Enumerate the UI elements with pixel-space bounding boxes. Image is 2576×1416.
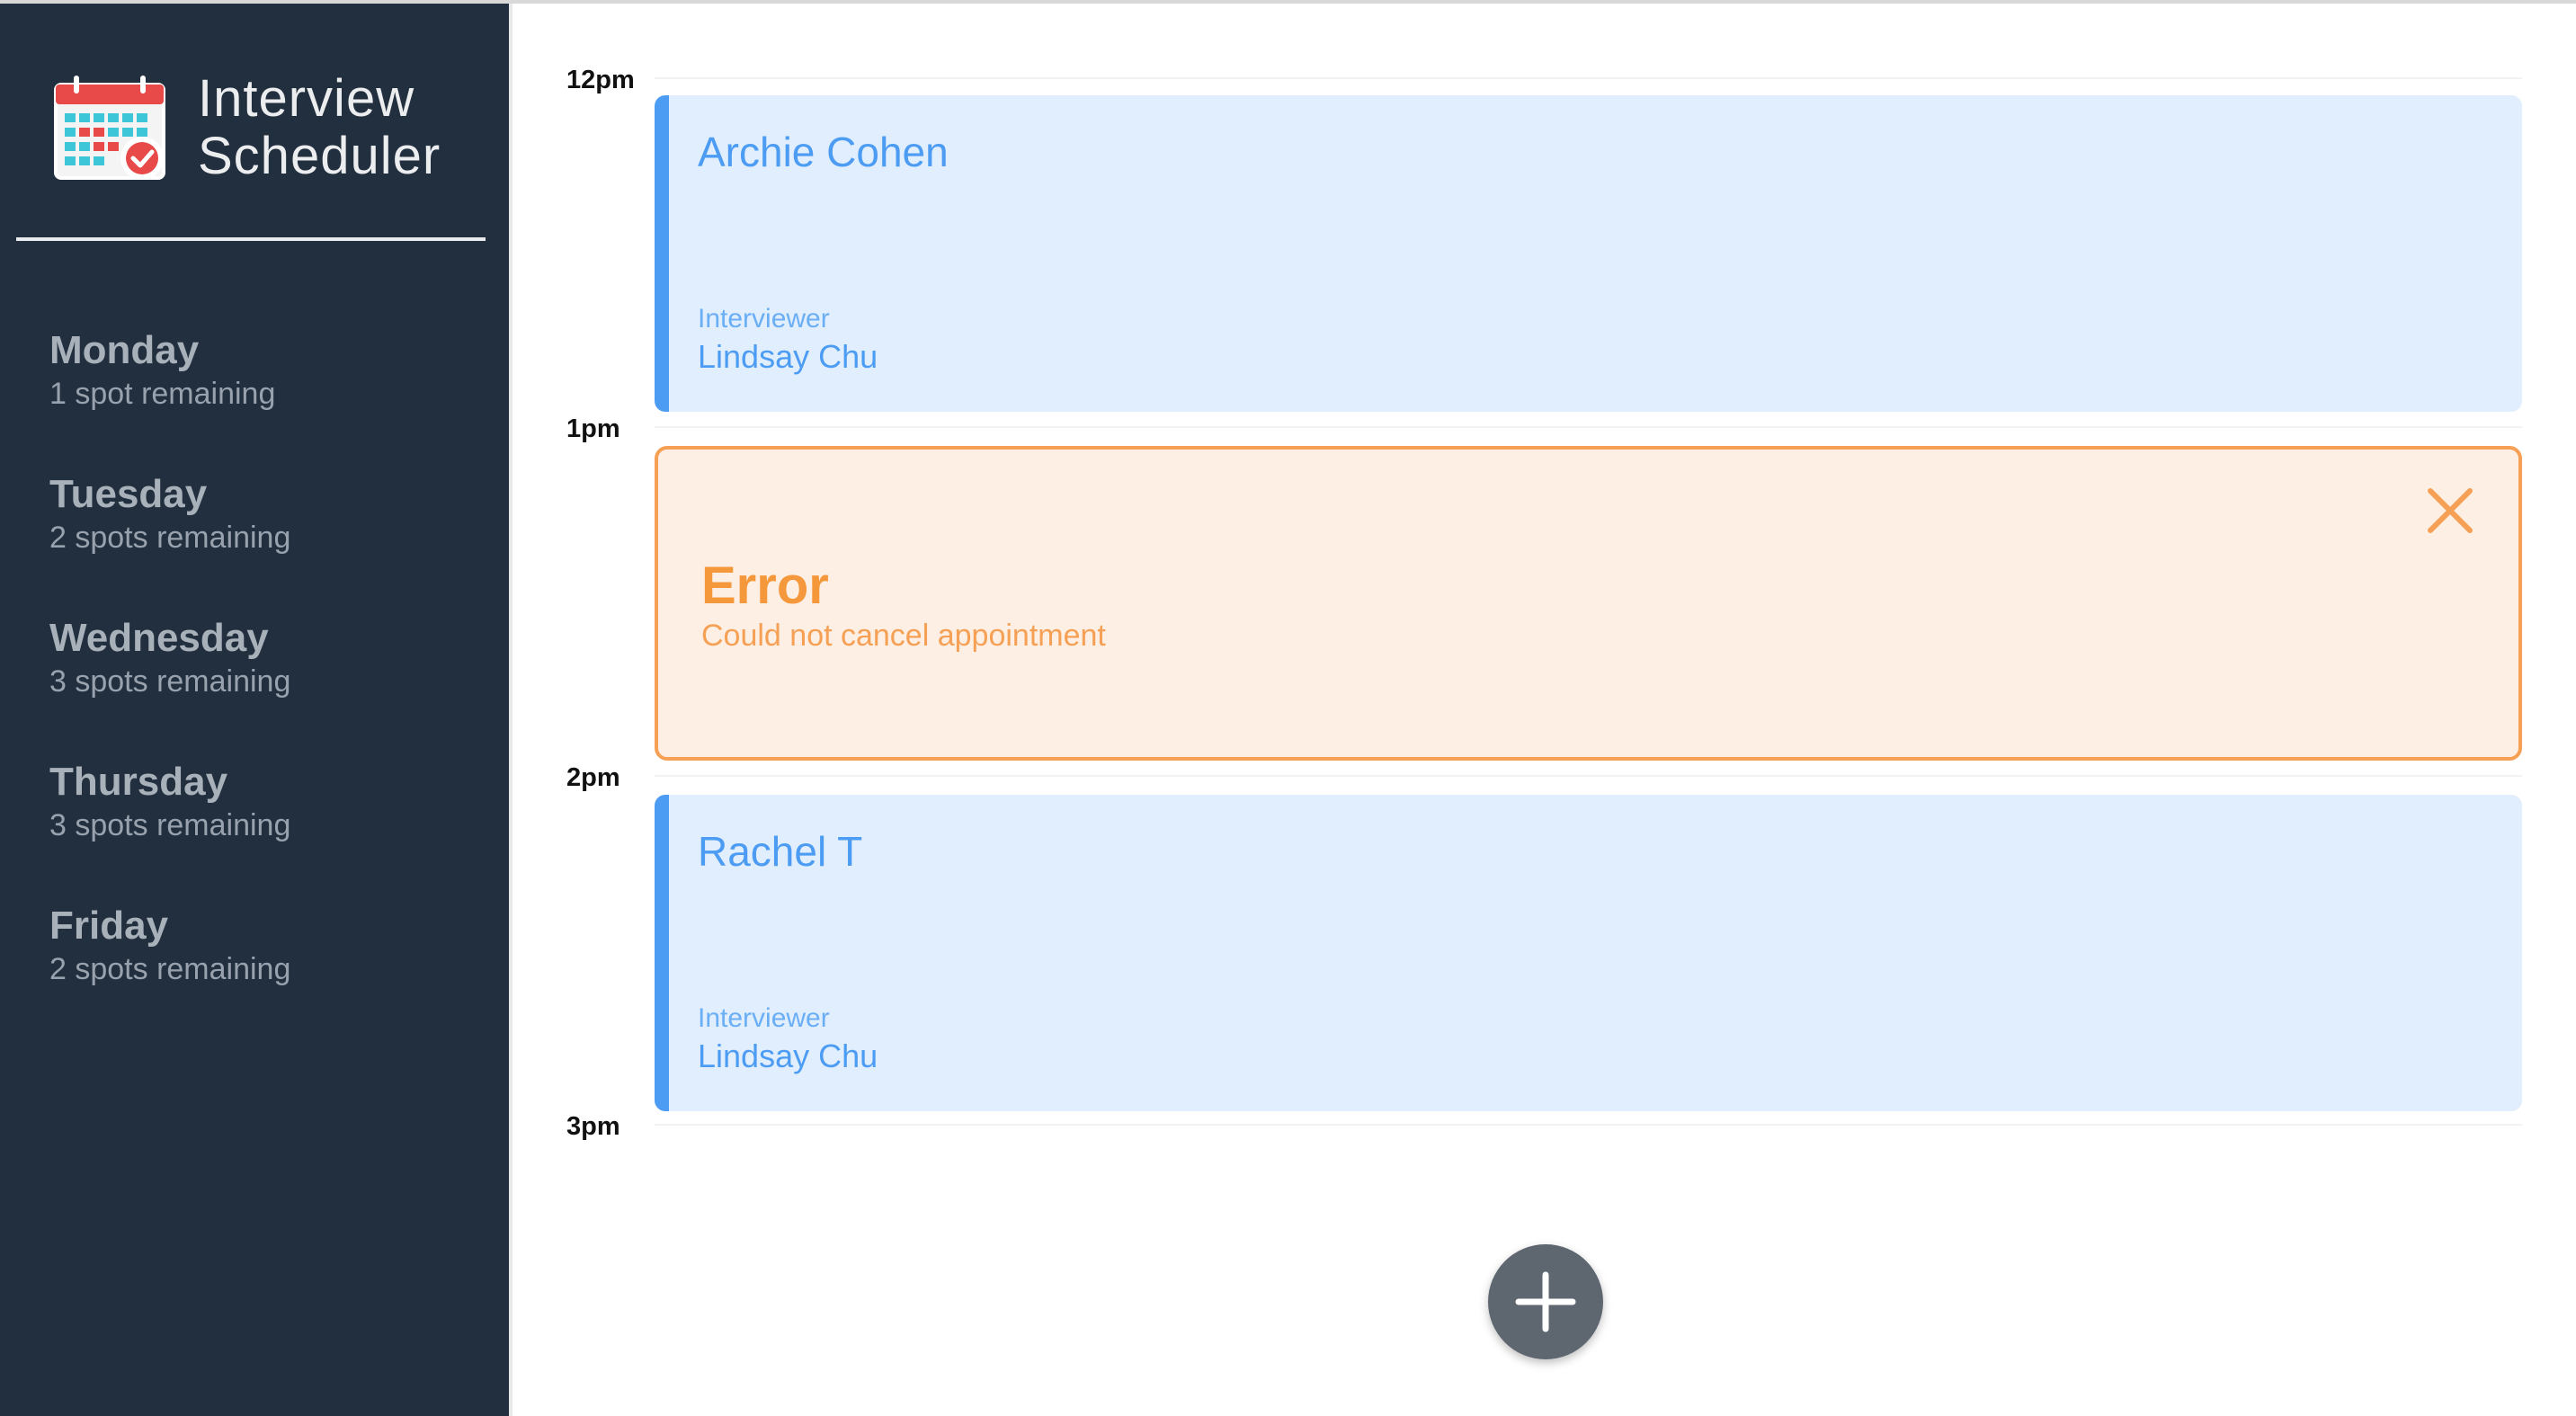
time-divider (655, 77, 2522, 79)
close-icon[interactable] (2421, 482, 2479, 539)
day-name: Wednesday (49, 616, 269, 660)
calendar-check-icon (54, 76, 165, 180)
student-name: Rachel T (698, 828, 863, 875)
day-name: Monday (49, 328, 200, 372)
sidebar: Interview Scheduler Monday 1 spot remain… (0, 4, 509, 1416)
day-spots: 3 spots remaining (49, 808, 291, 842)
day-spots: 2 spots remaining (49, 952, 291, 986)
app-title: Interview Scheduler (198, 70, 441, 185)
appointment-card[interactable]: Rachel T Interviewer Lindsay Chu (655, 795, 2522, 1111)
app-title-line1: Interview (198, 69, 415, 128)
app-title-line2: Scheduler (198, 127, 441, 185)
day-item-thursday[interactable]: Thursday 3 spots remaining (49, 759, 481, 903)
interviewer-label: Interviewer (698, 1003, 830, 1033)
day-item-monday[interactable]: Monday 1 spot remaining (49, 327, 481, 471)
interviewer-name: Lindsay Chu (698, 338, 878, 375)
error-message-box: Error Could not cancel appointment (655, 446, 2522, 761)
schedule: 12pm Archie Cohen Interviewer Lindsay Ch… (513, 4, 2576, 1416)
student-name: Archie Cohen (698, 129, 949, 175)
time-label-2pm: 2pm (566, 763, 620, 792)
appointment-card[interactable]: Archie Cohen Interviewer Lindsay Chu (655, 95, 2522, 412)
day-spots: 2 spots remaining (49, 521, 291, 555)
error-message: Could not cancel appointment (701, 619, 1106, 653)
day-name: Tuesday (49, 472, 208, 516)
day-item-tuesday[interactable]: Tuesday 2 spots remaining (49, 471, 481, 615)
day-name: Thursday (49, 760, 228, 804)
time-divider (655, 426, 2522, 428)
day-spots: 3 spots remaining (49, 664, 291, 699)
day-item-friday[interactable]: Friday 2 spots remaining (49, 903, 481, 1046)
sidebar-divider (16, 237, 486, 241)
day-list: Monday 1 spot remaining Tuesday 2 spots … (49, 327, 481, 1046)
day-spots: 1 spot remaining (49, 377, 276, 411)
time-divider (655, 775, 2522, 777)
brand: Interview Scheduler (52, 70, 441, 185)
add-appointment-button[interactable] (1488, 1244, 1603, 1359)
interviewer-name: Lindsay Chu (698, 1038, 878, 1074)
time-divider (655, 1124, 2522, 1126)
time-label-3pm: 3pm (566, 1112, 620, 1141)
interviewer-label: Interviewer (698, 304, 830, 334)
time-label-12pm: 12pm (566, 66, 635, 94)
day-item-wednesday[interactable]: Wednesday 3 spots remaining (49, 615, 481, 759)
time-label-1pm: 1pm (566, 414, 620, 443)
plus-icon (1515, 1271, 1576, 1332)
error-title: Error (701, 557, 829, 615)
day-name: Friday (49, 904, 169, 948)
